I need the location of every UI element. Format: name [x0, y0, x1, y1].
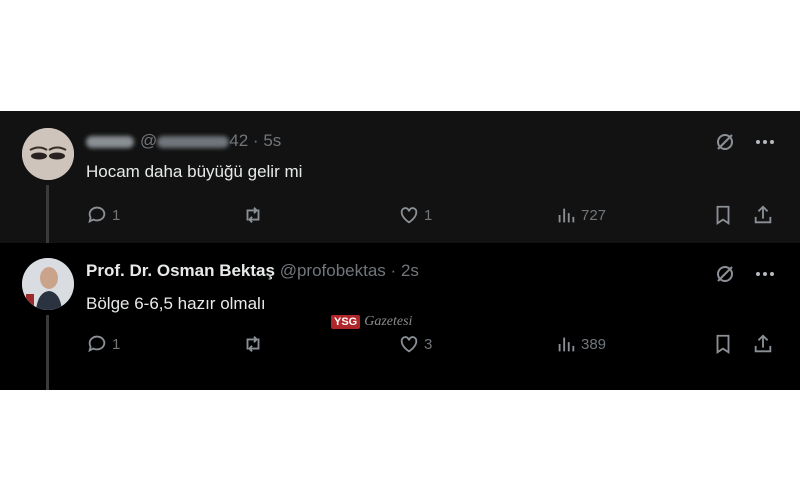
handle[interactable]: @42: [140, 131, 248, 150]
timestamp[interactable]: 5s: [263, 131, 281, 150]
like-button[interactable]: 3: [398, 332, 432, 356]
views-count: 389: [581, 335, 607, 353]
tweet-reply[interactable]: @42 · 5s Hocam daha büyüğü gelir mi 1 1 …: [0, 111, 800, 243]
more-icon[interactable]: [754, 131, 776, 158]
tweet-actions: 1 1 727: [86, 203, 776, 227]
tweet-thread: @42 · 5s Hocam daha büyüğü gelir mi 1 1 …: [0, 111, 800, 390]
like-button[interactable]: 1: [398, 203, 432, 227]
watermark: YSG Gazetesi: [331, 314, 412, 330]
redacted-name: [86, 135, 134, 148]
bookmark-button[interactable]: [712, 203, 734, 227]
reply-icon: [88, 335, 106, 353]
tweet-actions: 1 3 389: [86, 332, 776, 356]
share-icon: [754, 334, 772, 353]
reply-count: 1: [112, 335, 121, 353]
reply-count: 1: [112, 206, 121, 224]
tweet-header: Prof. Dr. Osman Bektaş @profobektas · 2s: [86, 261, 419, 280]
bookmark-icon: [716, 334, 730, 354]
timestamp[interactable]: 2s: [401, 261, 419, 280]
views-button[interactable]: 727: [555, 203, 606, 227]
avatar[interactable]: [22, 128, 74, 180]
display-name[interactable]: Prof. Dr. Osman Bektaş: [86, 261, 275, 280]
grok-icon[interactable]: [714, 263, 736, 290]
like-count: 3: [424, 335, 433, 353]
retweet-icon: [246, 207, 260, 223]
share-button[interactable]: [752, 203, 774, 227]
reply-button[interactable]: 1: [86, 332, 120, 356]
views-icon: [558, 208, 575, 223]
like-icon: [400, 336, 418, 353]
retweet-icon: [246, 336, 260, 352]
grok-icon[interactable]: [714, 131, 736, 158]
watermark-badge: YSG: [331, 315, 361, 329]
views-button[interactable]: 389: [555, 332, 606, 356]
tweet-top-icons: [714, 131, 776, 158]
more-icon[interactable]: [754, 263, 776, 290]
handle[interactable]: @profobektas: [280, 261, 386, 280]
tweet-text: Hocam daha büyüğü gelir mi: [86, 162, 303, 181]
watermark-text: Gazetesi: [364, 314, 413, 329]
retweet-button[interactable]: [242, 203, 264, 227]
bookmark-button[interactable]: [712, 332, 734, 356]
views-count: 727: [581, 206, 607, 224]
bookmark-icon: [716, 205, 730, 225]
views-icon: [558, 337, 575, 352]
thread-line: [46, 315, 49, 390]
avatar[interactable]: [22, 258, 74, 310]
like-icon: [400, 207, 418, 224]
reply-icon: [88, 206, 106, 224]
retweet-button[interactable]: [242, 332, 264, 356]
share-button[interactable]: [752, 332, 774, 356]
share-icon: [754, 205, 772, 224]
tweet-text: Bölge 6-6,5 hazır olmalı: [86, 294, 266, 313]
redacted-handle: [157, 135, 230, 148]
tweet-top-icons: [714, 263, 776, 290]
thread-line: [46, 185, 49, 243]
reply-button[interactable]: 1: [86, 203, 120, 227]
like-count: 1: [424, 206, 433, 224]
tweet-header: @42 · 5s: [86, 131, 281, 151]
